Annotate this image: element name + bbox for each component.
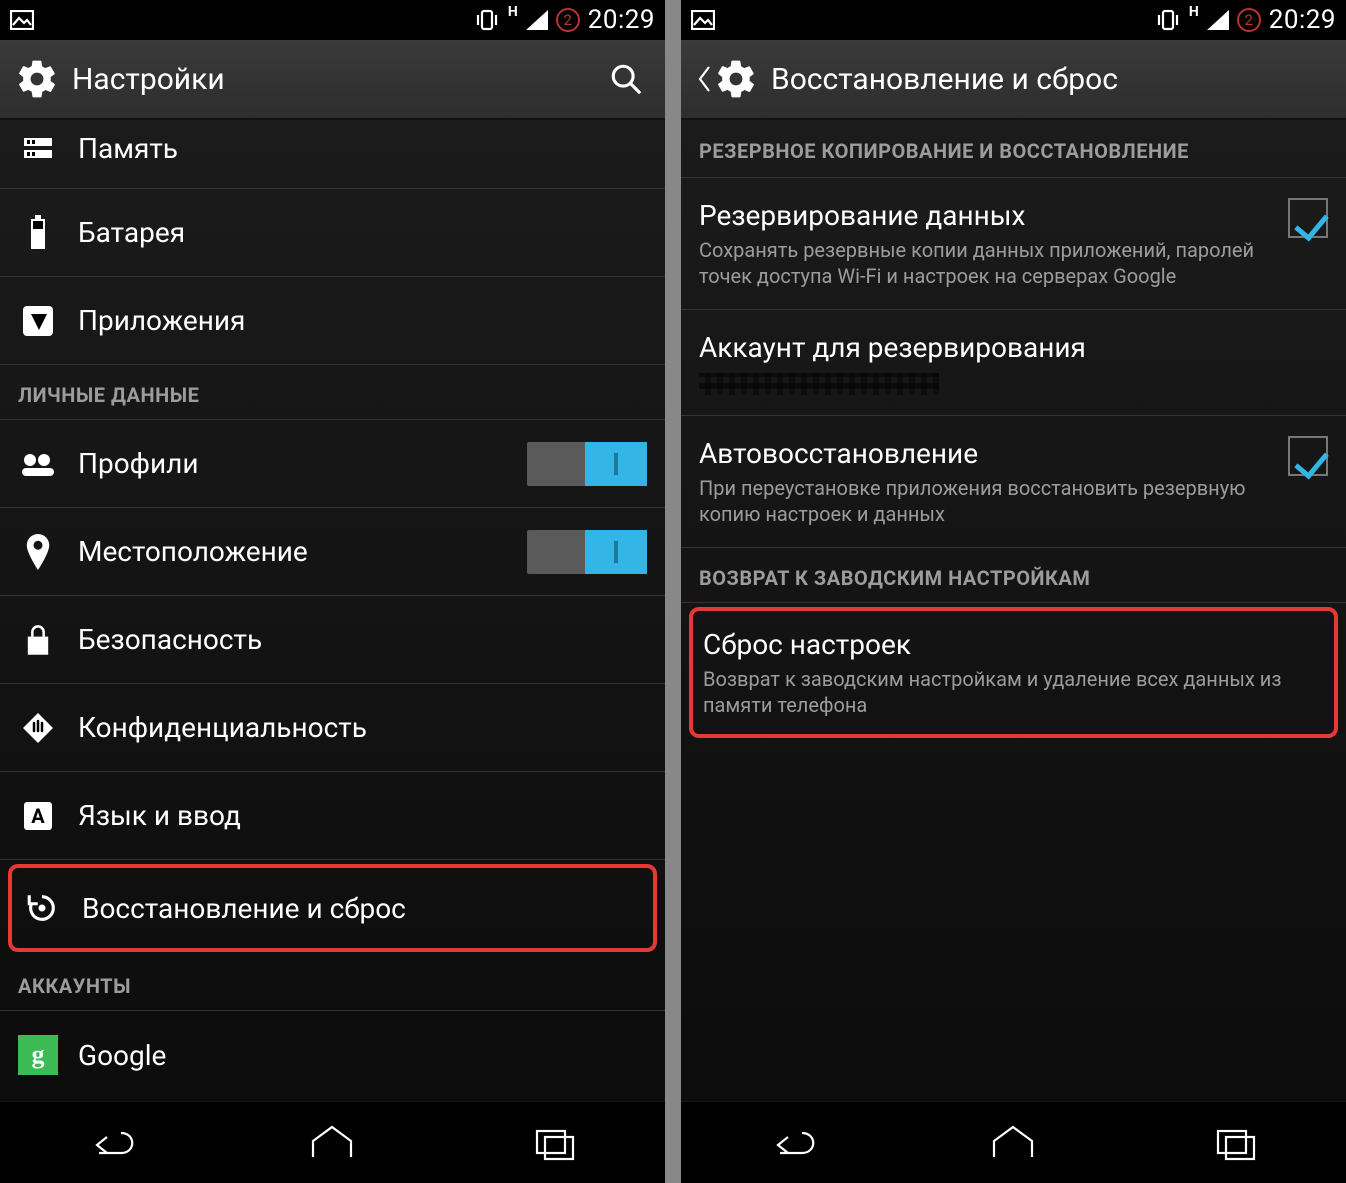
row-title: Язык и ввод [78,798,647,833]
clock: 20:29 [1269,5,1336,35]
row-language[interactable]: A Язык и ввод [0,772,665,860]
backup-reset-list[interactable]: РЕЗЕРВНОЕ КОПИРОВАНИЕ И ВОССТАНОВЛЕНИЕ Р… [681,120,1346,1101]
sim2-badge: 2 [556,8,580,32]
row-title: Конфиденциальность [78,710,647,745]
status-bar: H 2 20:29 [681,0,1346,40]
network-type: H [508,4,518,20]
page-title: Восстановление и сброс [771,62,1332,97]
apps-icon [18,301,58,341]
location-toggle[interactable] [527,530,647,574]
row-subtitle: Возврат к заводским настройкам и удалени… [703,666,1324,718]
row-title: Восстановление и сброс [82,891,643,926]
nav-recent-button[interactable] [1190,1118,1280,1168]
page-title: Настройки [72,62,601,97]
search-icon[interactable] [601,54,651,104]
row-memory[interactable]: Память [0,120,665,189]
lock-icon [18,620,58,660]
back-caret-icon[interactable] [695,65,713,93]
clock: 20:29 [588,5,655,35]
row-title: Автовосстановление [699,436,1268,471]
section-factory-reset: ВОЗВРАТ К ЗАВОДСКИМ НАСТРОЙКАМ [681,548,1346,603]
nav-back-button[interactable] [66,1118,156,1168]
settings-gear-icon[interactable] [713,56,759,102]
memory-icon [18,128,58,168]
row-factory-reset[interactable]: Сброс настроек Возврат к заводским настр… [689,607,1338,738]
backup-data-checkbox[interactable] [1288,198,1328,238]
settings-list[interactable]: Память Батарея Приложения ЛИЧНЫЕ ДАННЫЕ [0,120,665,1101]
nav-back-button[interactable] [747,1118,837,1168]
profiles-toggle[interactable] [527,442,647,486]
row-privacy[interactable]: Конфиденциальность [0,684,665,772]
row-title: Профили [78,446,507,481]
sim2-badge: 2 [1237,8,1261,32]
section-personal: ЛИЧНЫЕ ДАННЫЕ [0,365,665,420]
profiles-icon [18,444,58,484]
toolbar: Настройки [0,40,665,120]
navbar [0,1101,665,1183]
battery-icon [18,213,58,253]
row-google[interactable]: g Google [0,1011,665,1099]
toolbar: Восстановление и сброс [681,40,1346,120]
location-pin-icon [18,532,58,572]
vibrate-icon [474,7,500,33]
row-security[interactable]: Безопасность [0,596,665,684]
row-title: Резервирование данных [699,198,1268,233]
phone-right: H 2 20:29 Восстановление и сброс РЕЗЕРВН… [681,0,1346,1183]
gallery-icon [10,10,34,30]
auto-restore-checkbox[interactable] [1288,436,1328,476]
row-apps[interactable]: Приложения [0,277,665,365]
row-title: Местоположение [78,534,507,569]
nav-home-button[interactable] [968,1118,1058,1168]
gallery-icon [691,10,715,30]
vibrate-icon [1155,7,1181,33]
row-auto-restore[interactable]: Автовосстановление При переустановке при… [681,416,1346,548]
row-title: Безопасность [78,622,647,657]
row-backup-data[interactable]: Резервирование данных Сохранять резервны… [681,178,1346,310]
language-icon: A [18,796,58,836]
row-title: Аккаунт для резервирования [699,330,1328,365]
row-subtitle: При переустановке приложения восстановит… [699,475,1268,527]
privacy-hand-icon [18,708,58,748]
svg-text:A: A [31,804,45,828]
row-subtitle: Сохранять резервные копии данных приложе… [699,237,1268,289]
section-backup-restore: РЕЗЕРВНОЕ КОПИРОВАНИЕ И ВОССТАНОВЛЕНИЕ [681,120,1346,178]
phone-left: H 2 20:29 Настройки Память [0,0,665,1183]
row-title: Сброс настроек [703,627,1324,662]
signal-icon [526,10,548,30]
google-icon: g [18,1035,58,1075]
network-type: H [1189,4,1199,20]
row-title: Приложения [78,303,647,338]
status-bar: H 2 20:29 [0,0,665,40]
nav-recent-button[interactable] [509,1118,599,1168]
nav-home-button[interactable] [287,1118,377,1168]
restore-icon [22,888,62,928]
row-backup-reset[interactable]: Восстановление и сброс [8,864,657,952]
row-title: Батарея [78,215,647,250]
signal-icon [1207,10,1229,30]
section-accounts: АККАУНТЫ [0,956,665,1011]
row-title: Google [78,1038,647,1073]
row-title: Память [78,131,647,166]
obscured-account-value [699,373,939,395]
settings-gear-icon[interactable] [14,56,60,102]
row-backup-account[interactable]: Аккаунт для резервирования [681,310,1346,416]
row-battery[interactable]: Батарея [0,189,665,277]
row-profiles[interactable]: Профили [0,420,665,508]
row-location[interactable]: Местоположение [0,508,665,596]
navbar [681,1101,1346,1183]
